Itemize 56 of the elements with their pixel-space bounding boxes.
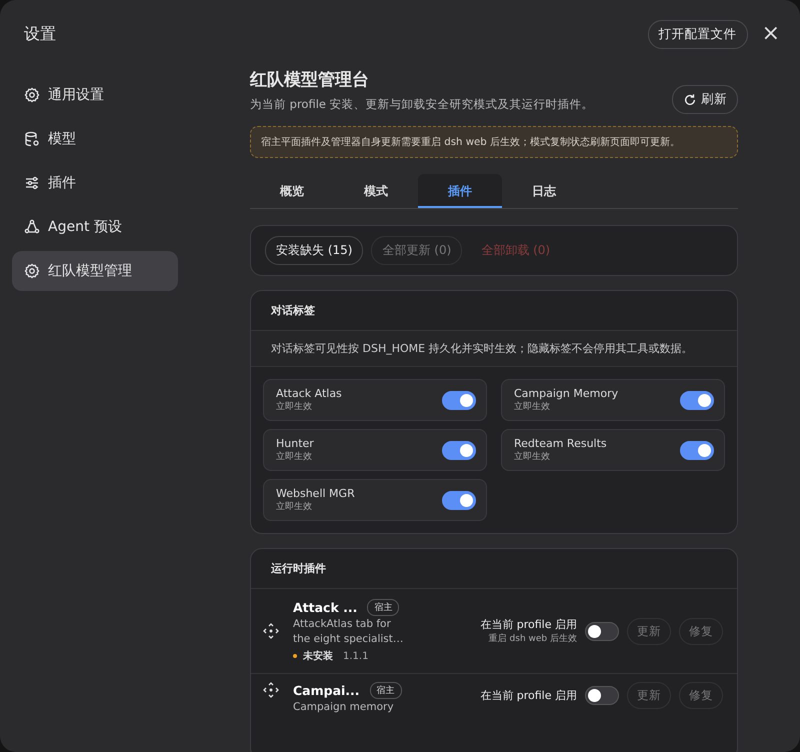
toggle-switch[interactable] [680,440,714,460]
plugin-name: Attack ... [293,600,358,615]
page-title: 红队模型管理台 [250,69,370,91]
tab[interactable]: 插件 [418,174,502,208]
tab[interactable]: 日志 [502,174,586,208]
status-text: 未安装 [303,649,333,664]
plugin-name: Campai... [293,683,360,698]
tab-hint: 立即生效 [276,450,313,463]
enable-label: 在当前 profile 启用 [480,688,577,703]
toggle-switch[interactable] [585,622,619,640]
toggle-switch[interactable] [442,440,476,460]
gear-icon [24,87,40,103]
gear-icon [24,263,40,279]
host-badge: 宿主 [367,598,400,616]
plugin-description: Campaign memory [293,700,395,715]
enable-label: 在当前 profile 启用 [480,617,577,632]
page-subtitle: 为当前 profile 安装、更新与卸载安全研究模式及其运行时插件。 [250,97,594,112]
tab-name: Hunter [276,437,314,450]
toggle-switch[interactable] [585,686,619,705]
tab-hint: 立即生效 [276,400,313,413]
plugin-description: AttackAtlas tab for the eight specialist… [293,616,404,646]
tab-hint: 立即生效 [514,400,551,413]
sidebar-item[interactable]: 模型 [12,119,178,159]
notice-banner: 宿主平面插件及管理器自身更新需要重启 dsh web 后生效；模式复制状态刷新页面即可更新。 [250,126,738,158]
status-dot [293,654,297,658]
toggle-switch[interactable] [680,390,714,410]
version-text: 1.1.1 [343,650,368,662]
section-description: 对话标签可见性按 DSH_HOME 持久化并实时生效；隐藏标签不会停用其工具或数据。 [251,331,737,367]
toggle-switch[interactable] [442,390,476,410]
tab-name: Redteam Results [514,437,607,450]
close-button[interactable]: × [758,23,784,45]
tab[interactable]: 模式 [334,174,418,208]
tab-hint: 立即生效 [276,500,313,513]
tab-name: Attack Atlas [276,387,342,400]
sidebar-item[interactable]: 通用设置 [12,75,178,115]
refresh-button[interactable]: 刷新 [672,85,738,114]
tab-hint: 立即生效 [514,450,551,463]
sidebar-item[interactable]: Agent 预设 [12,207,178,247]
section-title: 运行时插件 [251,549,737,589]
toggle-switch[interactable] [442,490,476,510]
enable-hint: 重启 dsh web 后生效 [488,632,577,645]
move-icon [263,623,279,639]
open-config-button[interactable]: 打开配置文件 [648,20,748,48]
tab-name: Webshell MGR [276,487,355,500]
window-title: 设置 [23,24,57,45]
database-icon [24,131,40,147]
sidebar-item[interactable]: 红队模型管理 [12,251,178,291]
sidebar-item[interactable]: 插件 [12,163,178,203]
nodes-icon [24,219,40,235]
tab[interactable]: 概览 [250,174,334,208]
sliders-icon [24,175,40,191]
action-button[interactable]: 安装缺失 (15) [265,236,364,265]
host-badge: 宿主 [370,682,402,699]
refresh-icon [683,92,697,106]
move-icon [263,682,279,698]
tab-name: Campaign Memory [514,387,618,400]
